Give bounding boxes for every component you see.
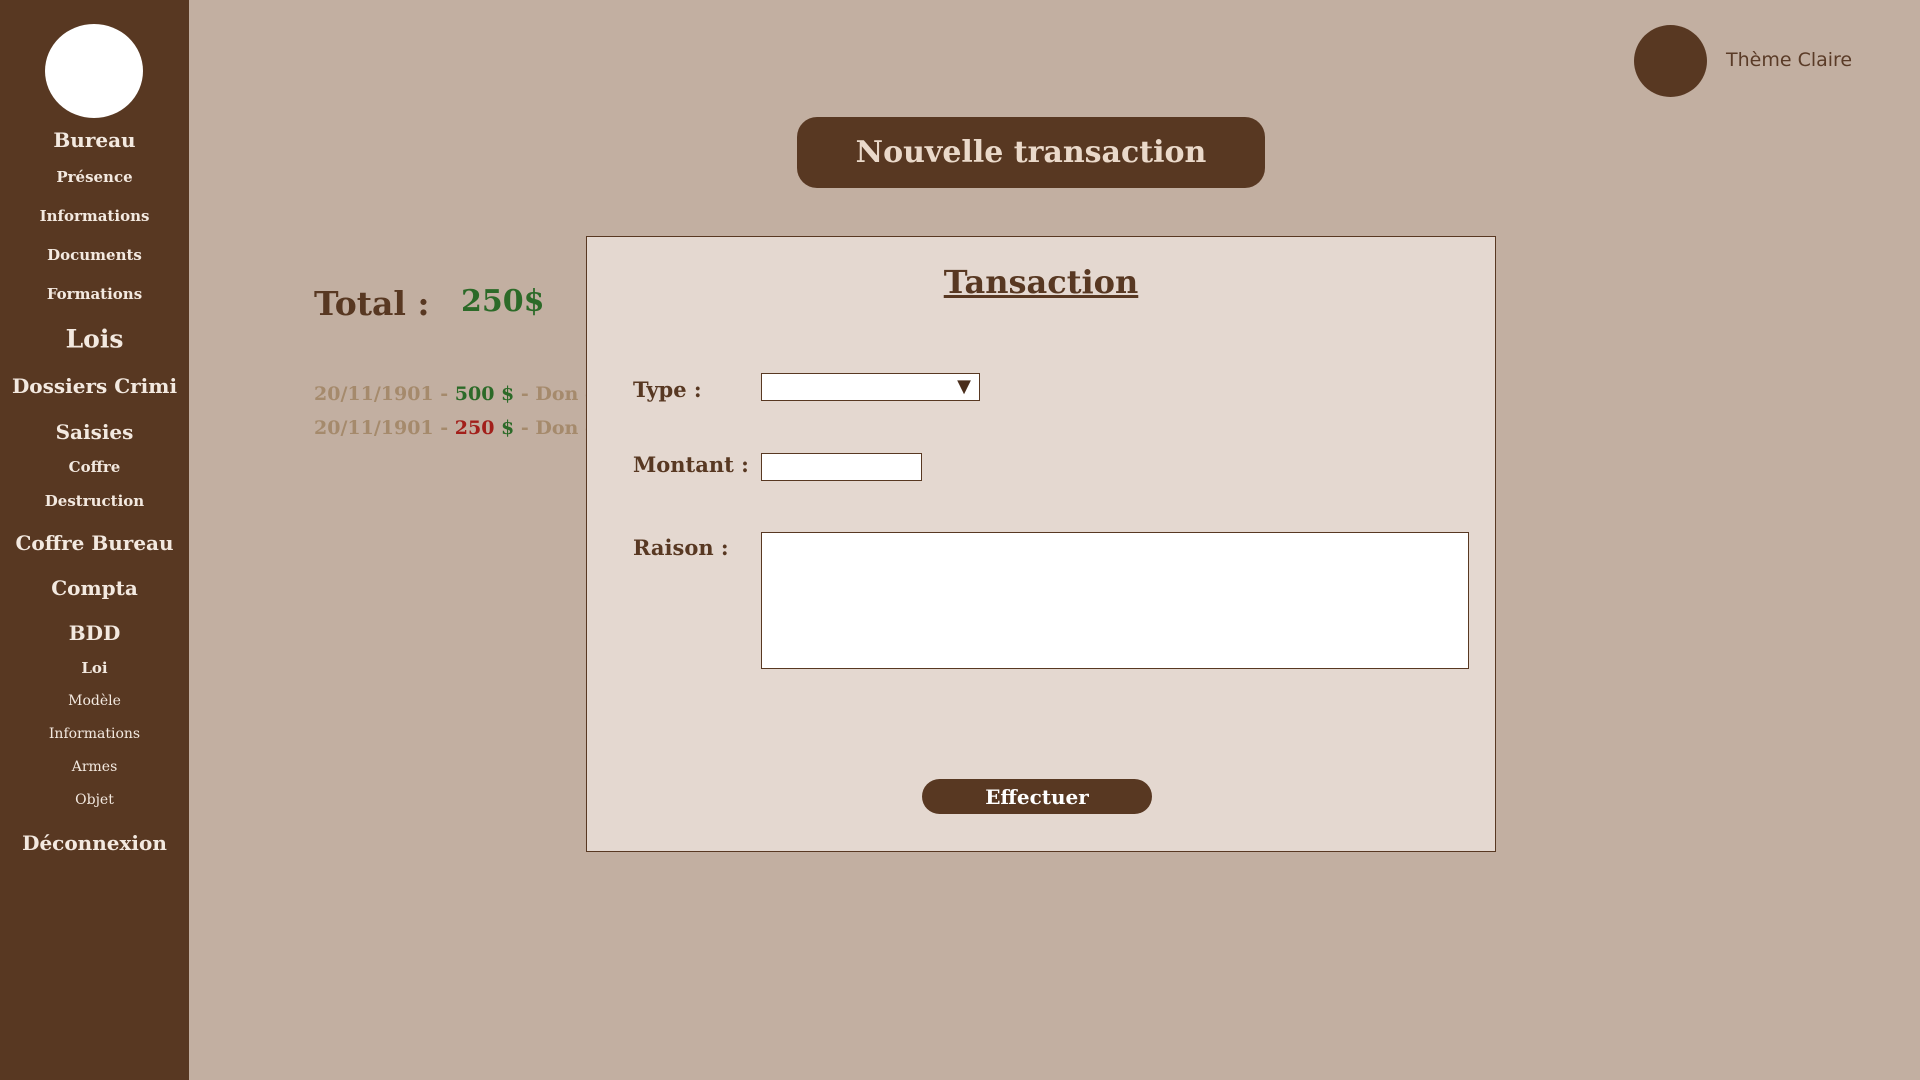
- nav-lois[interactable]: Lois: [0, 325, 189, 354]
- nav-destruction[interactable]: Destruction: [0, 492, 189, 510]
- total-label: Total :: [314, 284, 430, 323]
- logo: [45, 24, 143, 118]
- theme-toggle-label[interactable]: Thème Claire: [1726, 49, 1852, 71]
- nav-loi[interactable]: Loi: [0, 659, 189, 677]
- nav-modele[interactable]: Modèle: [0, 693, 189, 709]
- transaction-separator: -: [433, 383, 455, 405]
- new-transaction-button[interactable]: Nouvelle transaction: [797, 117, 1265, 188]
- total-value: 250$: [461, 284, 545, 319]
- transaction-date: 20/11/1901: [314, 383, 434, 405]
- nav-documents[interactable]: Documents: [0, 246, 189, 264]
- nav-compta[interactable]: Compta: [0, 576, 189, 600]
- amount-label: Montant :: [633, 452, 749, 477]
- type-label: Type :: [633, 377, 702, 402]
- nav-presence[interactable]: Présence: [0, 168, 189, 186]
- sidebar: Bureau Présence Informations Documents F…: [0, 0, 189, 1080]
- transaction-row: 20/11/1901 - 250 $ - Don d: [314, 417, 598, 439]
- transaction-row: 20/11/1901 - 500 $ - Don d: [314, 383, 598, 405]
- reason-label: Raison :: [633, 535, 729, 560]
- transaction-modal: Tansaction Type : ▼ Montant : Raison : E…: [586, 236, 1496, 852]
- type-select[interactable]: ▼: [761, 373, 980, 401]
- nav-dossiers-crimi[interactable]: Dossiers Crimi: [0, 374, 189, 398]
- nav-bdd-informations[interactable]: Informations: [0, 726, 189, 742]
- modal-title: Tansaction: [943, 263, 1139, 301]
- nav-bureau[interactable]: Bureau: [0, 128, 189, 152]
- nav-bdd[interactable]: BDD: [0, 621, 189, 645]
- transaction-separator: -: [433, 417, 455, 439]
- submit-button[interactable]: Effectuer: [922, 779, 1152, 814]
- transaction-currency: $: [494, 383, 515, 405]
- nav-coffre[interactable]: Coffre: [0, 458, 189, 476]
- nav-objet[interactable]: Objet: [0, 792, 189, 808]
- nav-saisies[interactable]: Saisies: [0, 420, 189, 444]
- nav-formations[interactable]: Formations: [0, 285, 189, 303]
- nav-coffre-bureau[interactable]: Coffre Bureau: [0, 531, 189, 555]
- transaction-date: 20/11/1901: [314, 417, 434, 439]
- transaction-amount: 500: [454, 383, 495, 405]
- dropdown-arrow-icon: ▼: [957, 376, 971, 397]
- theme-toggle-button[interactable]: [1634, 25, 1707, 97]
- nav-deconnexion[interactable]: Déconnexion: [0, 831, 189, 855]
- reason-textarea[interactable]: [761, 532, 1469, 669]
- amount-input[interactable]: [761, 453, 922, 481]
- transaction-amount: 250: [454, 417, 495, 439]
- nav-informations[interactable]: Informations: [0, 207, 189, 225]
- nav-armes[interactable]: Armes: [0, 759, 189, 775]
- transaction-currency: $: [494, 417, 515, 439]
